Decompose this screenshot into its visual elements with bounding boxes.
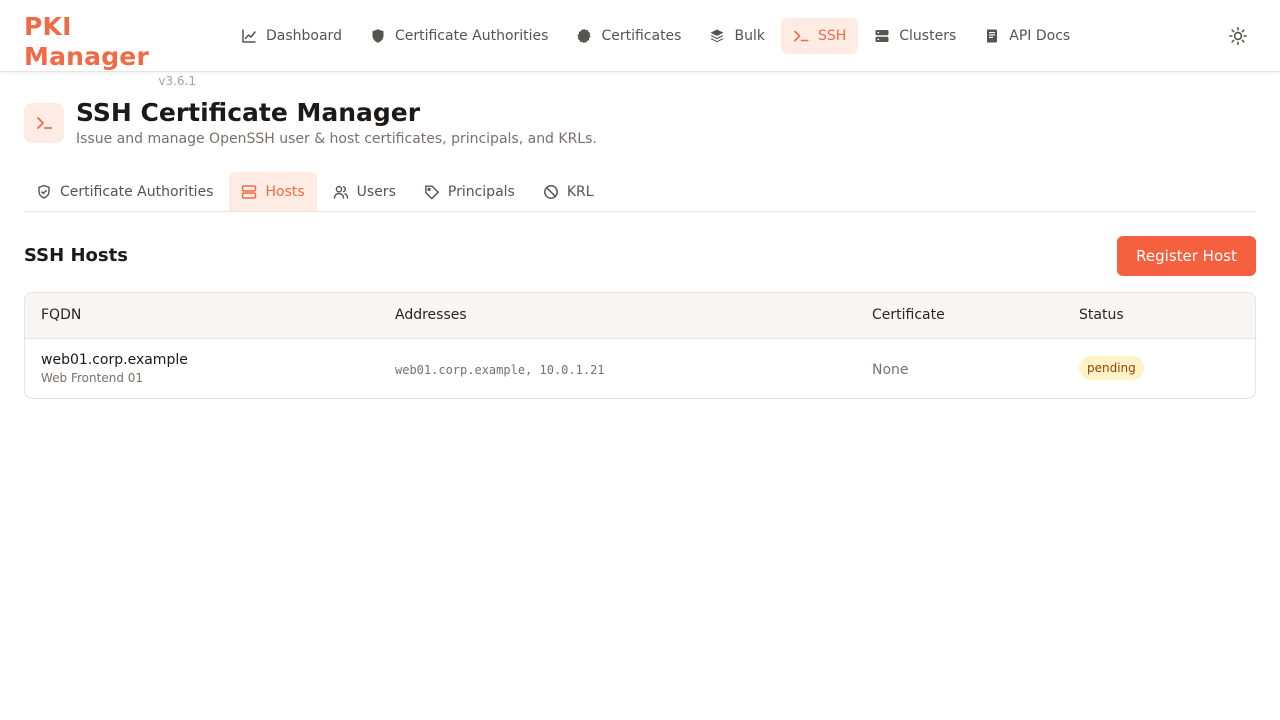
shield-icon — [370, 28, 386, 44]
nav-item-certificate-authorities[interactable]: Certificate Authorities — [358, 18, 560, 54]
nav-item-label: SSH — [817, 28, 847, 44]
nav-item-dashboard[interactable]: Dashboard — [229, 18, 354, 54]
theme-toggle-button[interactable] — [1226, 24, 1250, 48]
column-header-status[interactable]: Status — [1063, 293, 1255, 339]
cell-certificate: None — [856, 338, 1063, 398]
ban-icon — [543, 184, 559, 200]
column-header-fqdn[interactable]: FQDN — [25, 293, 379, 339]
section-title: SSH Hosts — [24, 245, 128, 266]
nav-item-certificates[interactable]: Certificates — [564, 18, 693, 54]
nav-item-label: Certificates — [601, 28, 682, 44]
brand[interactable]: PKI Manager v3.6.1 — [24, 12, 196, 89]
tag-icon — [424, 184, 440, 200]
host-addresses: web01.corp.example, 10.0.1.21 — [395, 362, 605, 377]
nav-item-label: Bulk — [734, 28, 765, 44]
table-header-row: FQDN Addresses Certificate Status — [25, 293, 1255, 339]
shield-check-icon — [36, 184, 52, 200]
column-header-addresses[interactable]: Addresses — [379, 293, 856, 339]
host-fqdn: web01.corp.example — [41, 351, 188, 368]
cell-status: pending — [1063, 338, 1255, 398]
tab-label: Users — [356, 183, 396, 200]
terminal-icon — [34, 113, 54, 133]
host-name: Web Frontend 01 — [41, 370, 144, 385]
table-row[interactable]: web01.corp.example Web Frontend 01 web01… — [25, 338, 1255, 398]
tab-label: KRL — [566, 183, 594, 200]
cell-addresses: web01.corp.example, 10.0.1.21 — [379, 338, 856, 398]
tab-users[interactable]: Users — [321, 172, 408, 211]
tab-krl[interactable]: KRL — [531, 172, 606, 211]
sun-icon — [1228, 26, 1248, 46]
nav-item-label: Certificate Authorities — [394, 28, 549, 44]
column-header-certificate[interactable]: Certificate — [856, 293, 1063, 339]
page-subtitle: Issue and manage OpenSSH user & host cer… — [76, 131, 597, 147]
nav-item-bulk[interactable]: Bulk — [697, 18, 776, 54]
tab-label: Principals — [447, 183, 515, 200]
nav-item-ssh[interactable]: SSH — [780, 18, 859, 54]
nav-item-api-docs[interactable]: API Docs — [972, 18, 1082, 54]
terminal-icon — [793, 28, 809, 44]
users-icon — [333, 184, 349, 200]
tab-hosts[interactable]: Hosts — [229, 172, 317, 211]
page-terminal-icon-tile — [24, 103, 64, 143]
app-version: v3.6.1 — [158, 74, 196, 88]
tab-principals[interactable]: Principals — [412, 172, 527, 211]
tab-label: Certificate Authorities — [60, 183, 214, 200]
app-name: PKI Manager — [24, 12, 149, 71]
nav-item-label: API Docs — [1009, 28, 1071, 44]
cell-fqdn: web01.corp.example Web Frontend 01 — [25, 338, 379, 398]
register-host-button[interactable]: Register Host — [1117, 236, 1256, 276]
server-icon — [241, 184, 257, 200]
seal-badge-icon — [576, 28, 592, 44]
hosts-table: FQDN Addresses Certificate Status web01.… — [24, 292, 1256, 399]
host-certificate: None — [872, 361, 909, 378]
ssh-subtabs: Certificate Authorities Hosts Users Prin… — [24, 172, 1256, 212]
tab-label: Hosts — [265, 183, 305, 200]
tab-certificate-authorities[interactable]: Certificate Authorities — [24, 172, 225, 211]
layers-icon — [709, 28, 725, 44]
nav-item-label: Dashboard — [266, 28, 342, 44]
server-icon — [874, 28, 890, 44]
nav-item-clusters[interactable]: Clusters — [862, 18, 968, 54]
nav-item-label: Clusters — [899, 28, 957, 44]
chart-line-icon — [241, 28, 257, 44]
top-bar: PKI Manager v3.6.1 Dashboard Certificate… — [0, 0, 1280, 88]
page-title: SSH Certificate Manager — [76, 98, 421, 127]
main-nav: Dashboard Certificate Authorities Certif… — [229, 18, 1082, 54]
book-icon — [984, 28, 1000, 44]
status-badge: pending — [1079, 356, 1144, 381]
